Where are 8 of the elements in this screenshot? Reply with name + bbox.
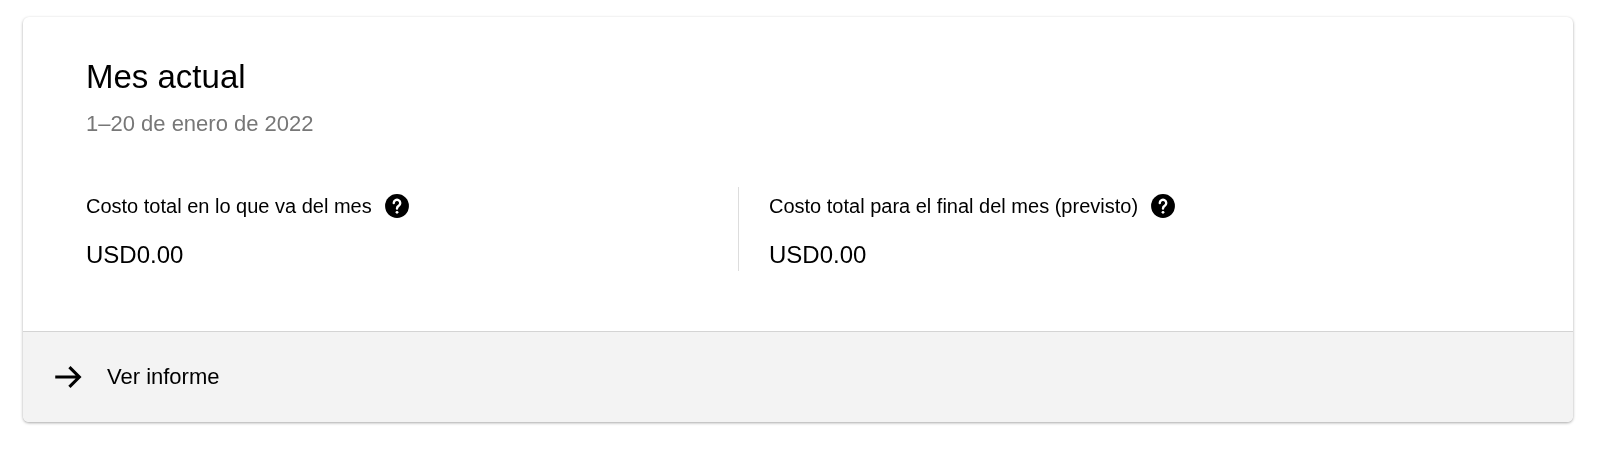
view-report-link[interactable]: Ver informe: [51, 360, 220, 394]
metric-label: Costo total en lo que va del mes: [86, 194, 372, 218]
help-icon[interactable]: [383, 193, 410, 219]
metric-value: USD0.00: [769, 240, 868, 270]
help-icon[interactable]: [1150, 193, 1177, 219]
metric-label: Costo total para el final del mes (previsto): [769, 194, 1139, 218]
card-title: Mes actual: [86, 57, 247, 97]
date-range: 1–20 de enero de 2022: [86, 110, 315, 138]
